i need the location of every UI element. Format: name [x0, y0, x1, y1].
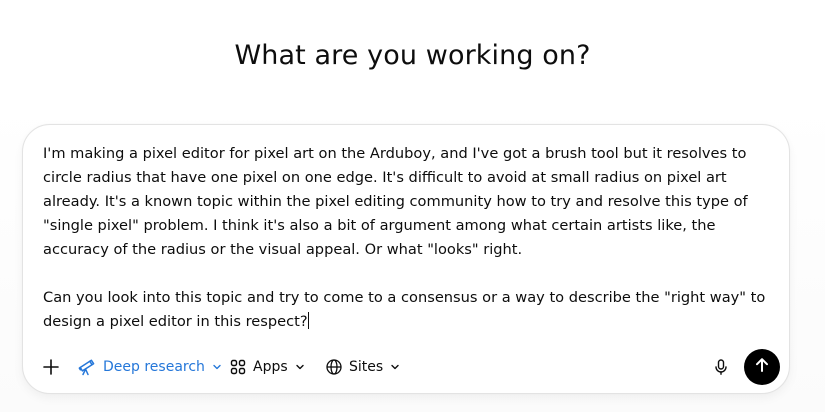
apps-button[interactable]: Apps	[229, 349, 306, 385]
chevron-down-icon	[211, 361, 223, 373]
sites-button[interactable]: Sites	[325, 349, 401, 385]
deep-research-label: Deep research	[103, 359, 205, 375]
page-heading: What are you working on?	[234, 40, 591, 71]
arrow-up-icon	[753, 356, 771, 378]
page: What are you working on? I'm making a pi…	[0, 0, 825, 412]
prompt-input[interactable]: I'm making a pixel editor for pixel art …	[43, 142, 775, 334]
apps-label: Apps	[253, 359, 288, 375]
chevron-down-icon	[294, 361, 306, 373]
add-attachment-button[interactable]	[39, 349, 63, 385]
microphone-icon	[712, 358, 730, 376]
apps-grid-icon	[229, 358, 247, 376]
prompt-text: I'm making a pixel editor for pixel art …	[43, 145, 766, 330]
plus-icon	[42, 358, 60, 376]
text-caret	[307, 312, 309, 329]
prompt-composer: I'm making a pixel editor for pixel art …	[22, 124, 790, 394]
globe-icon	[325, 358, 343, 376]
telescope-icon	[77, 357, 97, 377]
composer-toolbar: Deep research Apps Sites	[23, 349, 789, 385]
chevron-down-icon	[389, 361, 401, 373]
deep-research-button[interactable]: Deep research	[77, 349, 223, 385]
sites-label: Sites	[349, 359, 384, 375]
microphone-button[interactable]	[709, 349, 733, 385]
send-button[interactable]	[744, 349, 780, 385]
